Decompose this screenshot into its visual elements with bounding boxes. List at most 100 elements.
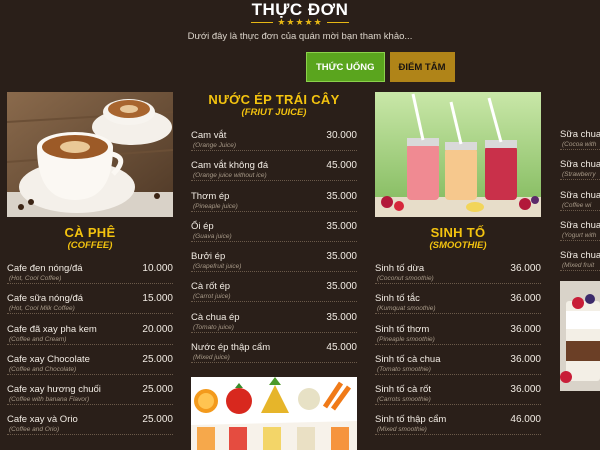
coffee-title: CÀ PHÊ xyxy=(64,225,116,240)
juice-subtitle: (FRIUT JUICE) xyxy=(241,107,307,118)
menu-item[interactable]: Sinh tố thập cẩm (Mixed smoothie) 46.000 xyxy=(375,412,541,442)
item-name: Sữa chua h xyxy=(560,250,600,262)
item-name: Sinh tố cà rốt xyxy=(375,384,431,396)
item-name: Sinh tố dừa xyxy=(375,263,425,274)
smoothie-subtitle: (SMOOTHIE) xyxy=(429,240,487,251)
item-price: 35.000 xyxy=(326,281,357,293)
item-desc: (Cocoa with xyxy=(562,141,597,148)
dotted-divider xyxy=(375,343,541,345)
item-price: 45.000 xyxy=(326,160,357,172)
item-desc: (Mixed fruit xyxy=(562,262,595,270)
menu-item[interactable]: Sinh tố cà chua (Tomato smoothie) 36.000 xyxy=(375,352,541,382)
item-name: Sữa chua c xyxy=(560,189,600,201)
menu-item[interactable]: Sữa chua c (Coffee wi xyxy=(560,188,600,218)
coffee-subtitle: (COFFEE) xyxy=(67,240,113,251)
item-price: 35.000 xyxy=(326,251,357,263)
item-name: Cafe xay hương chuối xyxy=(7,384,101,396)
menu-item[interactable]: Cafe đã xay pha kem (Coffee and Cream) 2… xyxy=(7,322,173,352)
dotted-divider xyxy=(375,434,541,436)
menu-item[interactable]: Bưởi ép (Grapefruit juice) 35.000 xyxy=(191,249,357,279)
item-name: Sữa chua t xyxy=(560,219,600,231)
item-name: Cam vắt xyxy=(191,130,227,141)
item-desc: (Coffee and Chocolate) xyxy=(9,365,77,373)
dotted-divider xyxy=(7,313,173,315)
dotted-divider xyxy=(7,343,173,345)
item-name: Nước ép thập cẩm xyxy=(191,342,271,354)
item-price: 36.000 xyxy=(510,323,541,335)
rating-stars: ★★★★★ xyxy=(0,17,600,28)
item-price: 36.000 xyxy=(510,353,541,365)
dotted-divider xyxy=(191,180,357,182)
dotted-divider xyxy=(7,434,173,436)
dotted-divider xyxy=(375,373,541,375)
tab-drinks[interactable]: THỨC UỐNG xyxy=(306,52,385,82)
menu-item[interactable]: Sữa chua C (Cocoa with xyxy=(560,127,600,157)
item-desc: (Yogurt with xyxy=(562,231,597,239)
menu-item[interactable]: Sữa chua d (Strawberry xyxy=(560,157,600,187)
item-name: Cafe đã xay pha kem xyxy=(7,323,97,335)
item-price: 25.000 xyxy=(142,384,173,396)
item-name: Cafe xay và Orio xyxy=(7,414,78,426)
menu-item[interactable]: Cafe sữa nóng/đá (Hot, Cool Milk Coffee)… xyxy=(7,291,173,321)
item-desc: (Strawberry xyxy=(562,171,596,179)
menu-item[interactable]: Cà rốt ép (Carrot juice) 35.000 xyxy=(191,279,357,309)
juice-section: NƯỚC ÉP TRÁI CÂY (FRIUT JUICE) Cam vắt (… xyxy=(191,92,357,450)
item-desc: (Coffee and Orio) xyxy=(9,426,60,434)
smoothie-image xyxy=(375,92,541,217)
item-price: 45.000 xyxy=(326,342,357,354)
item-price: 30.000 xyxy=(326,130,357,141)
item-name: Sữa chua C xyxy=(560,129,600,140)
menu-item[interactable]: Sinh tố thơm (Pineaple smoothie) 36.000 xyxy=(375,322,541,352)
juice-image xyxy=(191,377,357,450)
item-desc: (Grapefruit juice) xyxy=(193,263,242,271)
dotted-divider xyxy=(560,270,600,272)
menu-header: THỰC ĐƠN ★★★★★ Dưới đây là thực đơn của … xyxy=(0,0,600,92)
menu-item[interactable]: Sinh tố tắc (Kumquat smoothie) 36.000 xyxy=(375,291,541,321)
item-price: 20.000 xyxy=(142,323,173,335)
menu-item[interactable]: Nước ép thập cẩm (Mixed juice) 45.000 xyxy=(191,340,357,370)
item-name: Sinh tố thơm xyxy=(375,323,430,335)
item-desc: (Coffee and Cream) xyxy=(9,335,67,343)
yogurt-image xyxy=(560,281,600,392)
item-desc: (Orange Juice) xyxy=(193,142,236,149)
item-price: 36.000 xyxy=(510,384,541,396)
menu-item[interactable]: Cà chua ép (Tomato juice) 35.000 xyxy=(191,310,357,340)
dotted-divider xyxy=(191,150,357,151)
item-name: Ổi ép xyxy=(191,220,214,232)
item-desc: (Orange juice without ice) xyxy=(193,172,267,180)
menu-item[interactable]: Cafe xay và Orio (Coffee and Orio) 25.00… xyxy=(7,412,173,442)
menu-item[interactable]: Cafe đen nóng/đá (Hot, Cool Coffee) 10.0… xyxy=(7,261,173,291)
menu-item[interactable]: Cafe xay Chocolate (Coffee and Chocolate… xyxy=(7,352,173,382)
item-price: 46.000 xyxy=(510,414,541,426)
menu-item[interactable]: Thơm ép (Pineaple juice) 35.000 xyxy=(191,189,357,219)
juice-title: NƯỚC ÉP TRÁI CÂY xyxy=(208,92,340,107)
item-desc: (Carrot juice) xyxy=(193,293,231,301)
item-desc: (Hot, Cool Milk Coffee) xyxy=(9,305,75,313)
item-price: 10.000 xyxy=(142,263,173,274)
tab-breakfast[interactable]: ĐIỂM TÂM xyxy=(389,52,455,82)
menu-item[interactable]: Ổi ép (Guava juice) 35.000 xyxy=(191,219,357,249)
menu-item[interactable]: Sinh tố dừa (Coconut smoothie) 36.000 xyxy=(375,261,541,291)
smoothie-section: SINH TỐ (SMOOTHIE) Sinh tố dừa (Coconut … xyxy=(375,92,541,443)
dotted-divider xyxy=(560,149,600,150)
menu-tabs: THỨC UỐNG ĐIỂM TÂM xyxy=(306,52,455,82)
menu-item[interactable]: Sinh tố cà rốt (Carrots smoothie) 36.000 xyxy=(375,382,541,412)
item-desc: (Kumquat smoothie) xyxy=(377,305,436,313)
dotted-divider xyxy=(7,283,173,284)
menu-item[interactable]: Cafe xay hương chuối (Coffee with banana… xyxy=(7,382,173,412)
dotted-divider xyxy=(191,362,357,364)
menu-item[interactable]: Cam vắt (Orange Juice) 30.000 xyxy=(191,128,357,158)
dotted-divider xyxy=(191,331,357,333)
dotted-divider xyxy=(560,239,600,241)
item-name: Sinh tố thập cẩm xyxy=(375,414,447,426)
menu-item[interactable]: Sữa chua h (Mixed fruit xyxy=(560,248,600,278)
page-subtitle: Dưới đây là thực đơn của quán mời bạn th… xyxy=(187,31,413,42)
menu-item[interactable]: Cam vắt không đá (Orange juice without i… xyxy=(191,158,357,188)
menu-item[interactable]: Sữa chua t (Yogurt with xyxy=(560,218,600,248)
yogurt-section: Sữa chua C (Cocoa with Sữa chua d (Straw… xyxy=(560,127,600,392)
dotted-divider xyxy=(375,283,541,284)
item-price: 25.000 xyxy=(142,353,173,365)
item-desc: (Coffee with banana Flavor) xyxy=(9,396,90,404)
item-desc: (Pineaple juice) xyxy=(193,202,238,210)
item-desc: (Mixed juice) xyxy=(193,354,230,362)
